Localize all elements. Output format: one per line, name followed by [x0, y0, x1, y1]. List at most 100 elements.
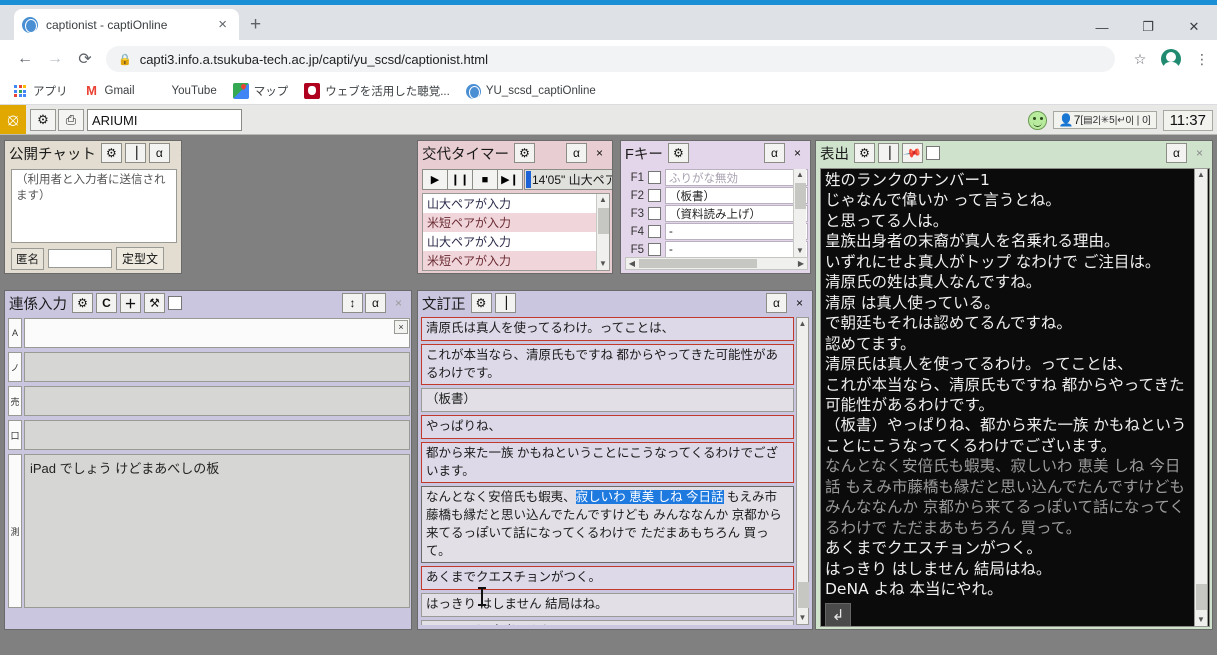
scroll-left-icon[interactable]: ◀ [626, 259, 638, 268]
output-text-area[interactable]: 姓のランクのナンバー1 じゃなんで偉いか って言うとね。 と思ってる人は。 皇族… [820, 168, 1210, 627]
new-tab-button[interactable]: + [250, 15, 261, 35]
correction-row[interactable]: DeNA よね 本当にやれ。 [421, 619, 794, 625]
bookmark-youtube[interactable]: YouTube [151, 83, 217, 99]
avatar[interactable] [1161, 49, 1181, 69]
fkey-checkbox[interactable] [648, 189, 661, 202]
robot-arm-icon[interactable]: ⚒ [144, 293, 165, 313]
close-icon[interactable]: × [388, 293, 409, 313]
minimize-button[interactable]: — [1079, 10, 1125, 44]
scrollbar[interactable]: ▲ ▼ [1194, 168, 1208, 627]
back-icon[interactable]: ← [10, 50, 40, 68]
alpha-icon[interactable]: α [1166, 143, 1187, 163]
close-icon[interactable]: × [789, 293, 810, 313]
correction-row[interactable]: はっきり はしません 結局はね。 [421, 593, 794, 617]
gear-icon[interactable]: ⚙ [72, 293, 93, 313]
star-icon[interactable]: ☆ [1125, 51, 1155, 68]
list-item[interactable]: 山大ペアが入力 [423, 232, 609, 251]
link-input[interactable] [24, 420, 410, 450]
scrollbar-thumb[interactable] [1196, 584, 1207, 610]
bookmark-apps[interactable]: アプリ [12, 83, 68, 99]
chat-input[interactable] [48, 249, 112, 268]
scroll-down-icon[interactable]: ▼ [799, 612, 807, 624]
plus-icon[interactable]: ＋ [120, 293, 141, 313]
correction-row[interactable]: これが本当なら、清原氏もですね 都からやってきた可能性があるわけです。 [421, 343, 794, 386]
close-icon[interactable]: × [589, 143, 610, 163]
pin-icon[interactable]: 📌 [902, 143, 923, 163]
timer-log-list[interactable]: 山大ペアが入力 米短ペアが入力 山大ペアが入力 米短ペアが入力 山大ペアが入力 … [422, 193, 610, 271]
scrollbar-thumb[interactable] [598, 208, 609, 234]
fkey-checkbox[interactable] [648, 225, 661, 238]
scrollbar-thumb[interactable] [795, 183, 806, 209]
correction-row-selected[interactable]: なんとなく安倍氏も蝦夷、寂しいわ 恵美 しね 今日話 もえみ市藤橋も縁だと思い込… [421, 486, 794, 564]
template-button[interactable]: 定型文 [116, 247, 165, 270]
anonymous-button[interactable]: 匿名 [11, 247, 44, 270]
maximize-button[interactable]: ❐ [1125, 10, 1171, 44]
correction-row[interactable]: 都から来た一族 かもねということにこうなってくるわけでございます。 [421, 441, 794, 484]
smiley-icon[interactable] [1027, 110, 1047, 130]
bookmark-web[interactable]: ウェブを活用した聴覚... [304, 83, 450, 99]
fkey-value[interactable]: - [665, 223, 808, 240]
alpha-icon[interactable]: α [566, 143, 587, 163]
scroll-up-icon[interactable]: ▲ [799, 318, 807, 330]
gear-icon[interactable]: ⚙ [667, 143, 689, 163]
fkey-value[interactable]: ふりがな無効 [665, 169, 808, 186]
scroll-icon[interactable]: ⎟ [494, 293, 516, 313]
alpha-icon[interactable]: α [766, 293, 787, 313]
refresh-icon[interactable]: C [96, 293, 117, 313]
close-icon[interactable]: × [214, 16, 231, 33]
gear-icon[interactable]: ⚙ [30, 109, 56, 131]
close-icon[interactable]: × [1189, 143, 1210, 163]
alpha-icon[interactable]: α [365, 293, 386, 313]
scrollbar-thumb[interactable] [639, 259, 757, 268]
bookmark-maps[interactable]: マップ [232, 83, 288, 99]
copy-icon[interactable]: ⎙ [58, 109, 84, 131]
bookmark-captionline[interactable]: YU_scsd_captiOnline [465, 83, 596, 99]
link-input[interactable] [24, 386, 410, 416]
horizontal-scrollbar[interactable]: ◀ ▶ [625, 257, 808, 270]
pause-button[interactable]: ❙❙ [447, 169, 473, 190]
correction-row[interactable]: （板書） [421, 388, 794, 412]
scrollbar[interactable]: ▲ ▼ [596, 194, 609, 270]
scroll-up-icon[interactable]: ▲ [599, 194, 607, 206]
fkey-checkbox[interactable] [648, 171, 661, 184]
scrollbar[interactable]: ▲ ▼ [796, 317, 809, 625]
scroll-icon[interactable]: ⎟ [878, 143, 899, 163]
alpha-icon[interactable]: α [148, 143, 170, 163]
gear-icon[interactable]: ⚙ [514, 143, 535, 163]
link-input[interactable] [24, 318, 410, 348]
alpha-icon[interactable]: α [764, 143, 785, 163]
correction-row[interactable]: やっぱりね、 [421, 415, 794, 439]
chat-message-area[interactable]: （利用者と入力者に送信されます） [11, 169, 177, 243]
link-checkbox[interactable] [168, 296, 182, 310]
list-item[interactable]: 米短ペアが入力 [423, 213, 609, 232]
user-name-input[interactable] [87, 109, 242, 131]
gear-icon[interactable]: ⚙ [470, 293, 492, 313]
correction-row[interactable]: 清原氏は真人を使ってるわけ。ってことは、 [421, 317, 794, 341]
scroll-right-icon[interactable]: ▶ [795, 259, 807, 268]
close-icon[interactable]: × [394, 320, 408, 334]
gear-icon[interactable]: ⚙ [100, 143, 122, 163]
fkey-value[interactable]: （板書） [665, 187, 808, 204]
address-bar[interactable]: 🔒 capti3.info.a.tsukuba-tech.ac.jp/capti… [106, 46, 1115, 72]
scroll-down-icon[interactable]: ▼ [599, 258, 607, 270]
enter-key-icon[interactable]: ↲ [825, 602, 851, 626]
play-button[interactable]: ▶ [422, 169, 448, 190]
forward-icon[interactable]: → [40, 50, 70, 68]
list-item[interactable]: 山大ペアが入力 [423, 194, 609, 213]
list-item[interactable]: 米短ペアが入力 [423, 251, 609, 270]
gear-icon[interactable]: ⚙ [854, 143, 875, 163]
scroll-up-icon[interactable]: ▲ [796, 169, 804, 181]
scroll-down-icon[interactable]: ▼ [1197, 614, 1205, 626]
next-button[interactable]: ▶❙ [497, 169, 523, 190]
close-icon[interactable]: × [173, 143, 181, 163]
menu-icon[interactable]: ⋮ [1187, 51, 1217, 68]
reload-icon[interactable]: ⟳ [70, 49, 100, 69]
fkey-value[interactable]: （資料読み上げ） [665, 205, 808, 222]
output-checkbox[interactable] [926, 146, 940, 160]
scroll-up-icon[interactable]: ▲ [1197, 169, 1205, 181]
list-item[interactable]: 山大ペアが入力 [423, 270, 609, 271]
scroll-down-icon[interactable]: ▼ [796, 245, 804, 257]
link-input[interactable]: iPad でしょう けどまあべしの板 [24, 454, 410, 608]
correction-row[interactable]: あくまでクエスチョンがつく。 [421, 566, 794, 590]
bookmark-gmail[interactable]: M Gmail [84, 83, 134, 99]
